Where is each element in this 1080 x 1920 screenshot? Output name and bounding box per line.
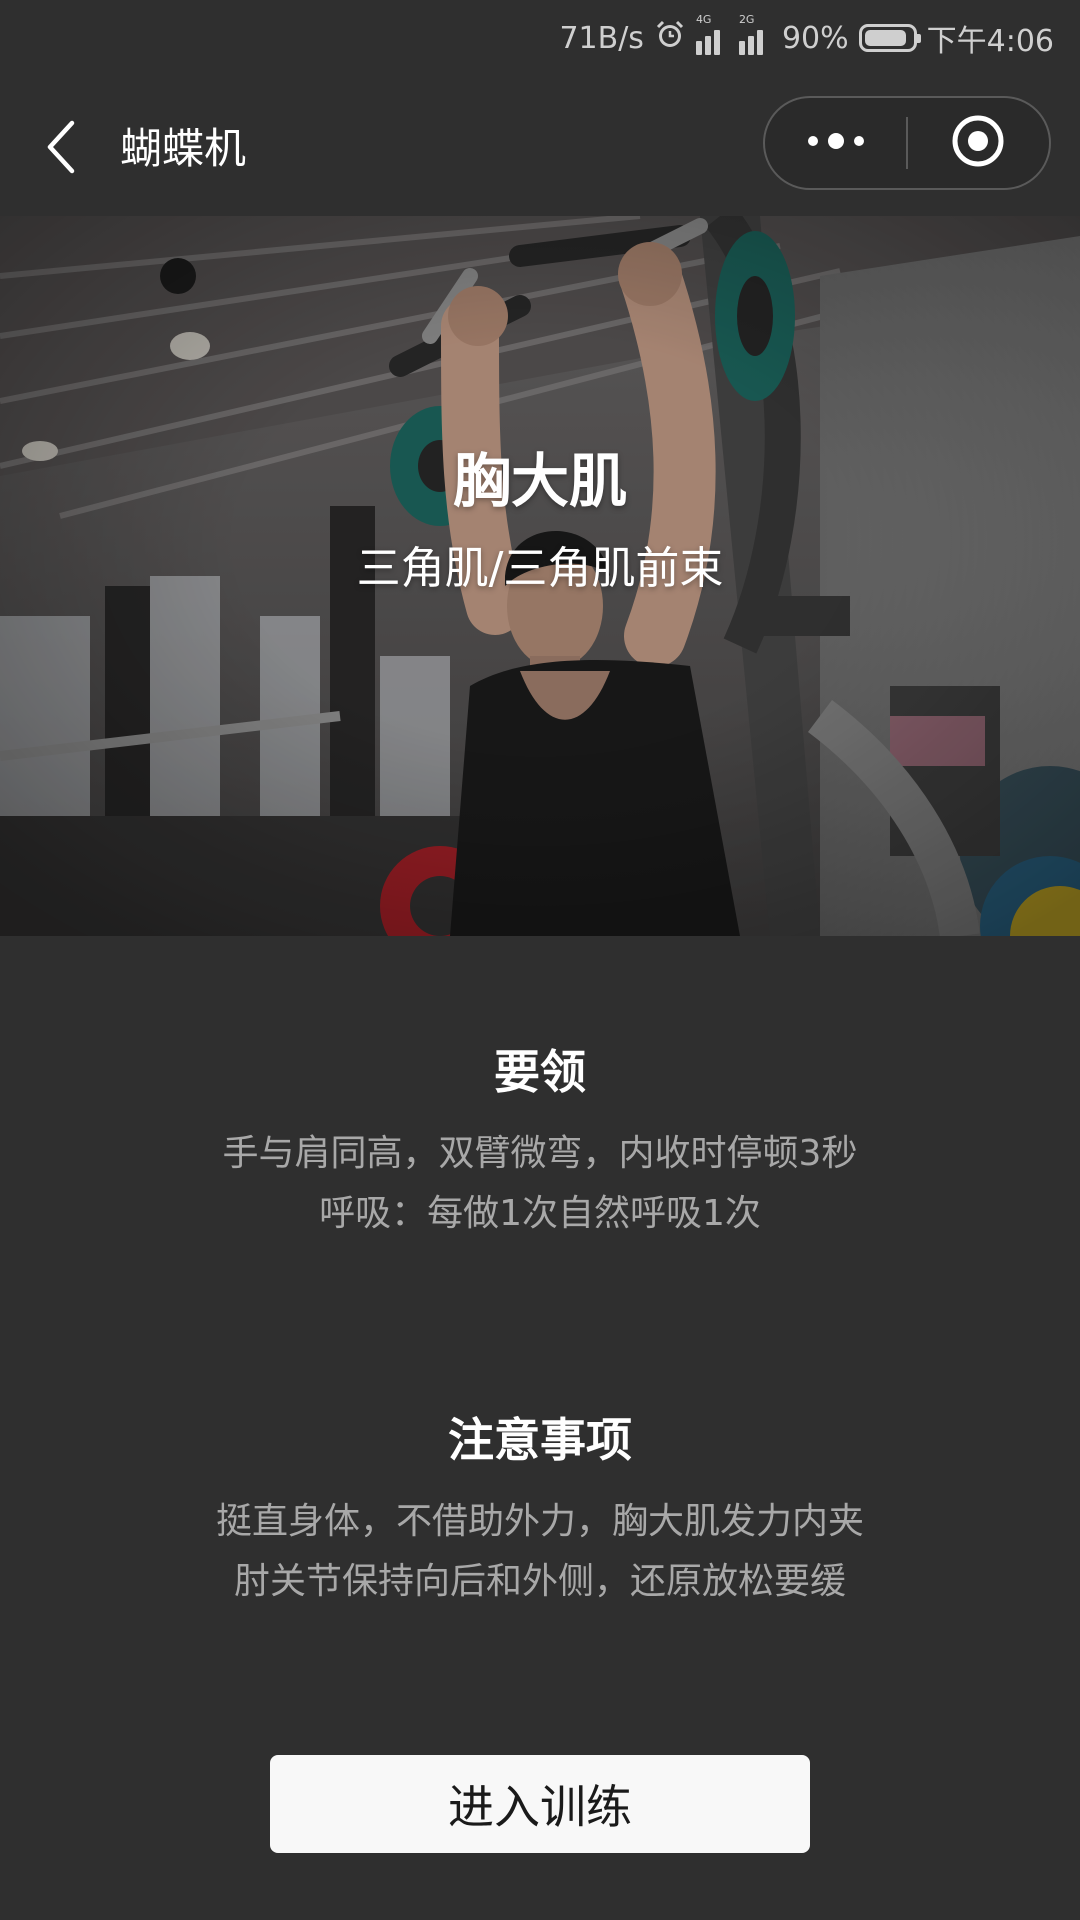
status-bar: 71B/s 4G 2G 90% 下午4:06	[0, 0, 1080, 76]
chevron-left-icon	[44, 119, 78, 179]
sim2-net-label: 2G	[738, 13, 755, 26]
key-points-line: 呼吸：每做1次自然呼吸1次	[319, 1193, 761, 1234]
sim1-net-label: 4G	[695, 13, 712, 26]
key-points-title: 要领	[494, 1045, 586, 1099]
key-points-line: 手与肩同高，双臂微弯，内收时停顿3秒	[222, 1133, 858, 1174]
mini-program-capsule	[763, 96, 1051, 190]
net-speed: 71B/s	[559, 20, 644, 56]
alarm-clock-icon	[654, 18, 686, 58]
signal-sim2-icon: 2G	[738, 13, 772, 55]
battery-percent: 90%	[781, 20, 849, 56]
page-title: 蝴蝶机	[120, 124, 247, 173]
notes-line: 挺直身体，不借助外力，胸大肌发力内夹	[215, 1501, 864, 1542]
key-points-section: 要领 手与肩同高，双臂微弯，内收时停顿3秒 呼吸：每做1次自然呼吸1次	[0, 1042, 1080, 1244]
status-time: 下午4:06	[926, 24, 1054, 59]
close-mini-program-button[interactable]	[908, 98, 1049, 188]
notes-section: 注意事项 挺直身体，不借助外力，胸大肌发力内夹 肘关节保持向后和外侧，还原放松要…	[0, 1410, 1080, 1612]
secondary-muscles: 三角肌/三角肌前束	[356, 543, 724, 594]
back-button[interactable]	[36, 116, 86, 182]
more-button[interactable]	[765, 98, 906, 188]
hero-banner: 胸大肌 三角肌/三角肌前束	[0, 216, 1080, 936]
more-dots-icon	[805, 130, 867, 156]
nav-bar: 蝴蝶机	[0, 76, 1080, 216]
record-target-icon	[950, 113, 1006, 173]
notes-title: 注意事项	[448, 1413, 632, 1467]
start-training-button[interactable]: 进入训练	[270, 1755, 810, 1853]
notes-line: 肘关节保持向后和外侧，还原放松要缓	[233, 1561, 846, 1602]
primary-muscle: 胸大肌	[452, 447, 627, 515]
screen: 71B/s 4G 2G 90% 下午4:06 蝴蝶机 胸大肌 三角肌/三角肌前束…	[0, 0, 1080, 1920]
signal-sim1-icon: 4G	[695, 13, 729, 55]
battery-fill	[864, 30, 907, 46]
battery-icon	[858, 24, 921, 52]
